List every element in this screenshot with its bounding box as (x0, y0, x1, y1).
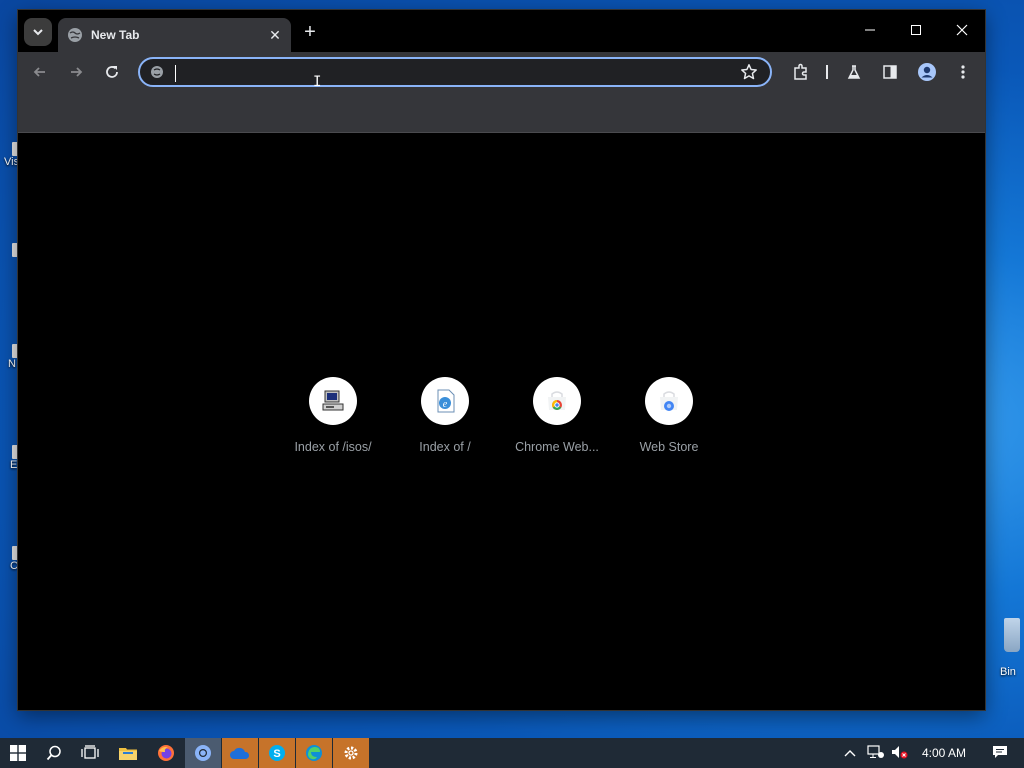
forward-button[interactable] (62, 58, 90, 86)
shortcut-tile[interactable]: Web Store (613, 377, 725, 454)
browser-window: New Tab ✕ + I Index of /isos/ e Index of… (18, 10, 985, 710)
network-icon[interactable] (864, 744, 888, 762)
toolbar (18, 52, 985, 92)
page-info-icon (151, 66, 163, 78)
side-panel-button[interactable] (876, 58, 904, 86)
skype-icon: S (269, 745, 285, 761)
folder-icon (119, 748, 137, 760)
shortcut-label: Chrome Web... (515, 440, 599, 454)
extensions-icon (794, 63, 807, 80)
tab-search-button[interactable] (24, 18, 52, 46)
desktop-icon-1[interactable]: Vis (0, 142, 20, 168)
menu-kebab-icon (961, 65, 965, 79)
svg-text:e: e (443, 399, 448, 410)
minimize-icon (865, 29, 875, 31)
shortcuts-grid: Index of /isos/ e Index of / Chrome Web.… (277, 377, 725, 454)
notifications-icon[interactable] (992, 745, 1008, 762)
close-icon (956, 24, 968, 36)
globe-icon (68, 28, 82, 42)
onedrive-cloud-icon (230, 747, 250, 759)
desktop-icon-5[interactable]: C (0, 546, 20, 572)
text-cursor-icon: I (313, 74, 322, 90)
new-tab-button[interactable]: + (298, 20, 322, 44)
profile-icon (918, 63, 936, 81)
desktop-icon-4[interactable]: E (0, 445, 20, 471)
profile-button[interactable] (913, 58, 941, 86)
shortcut-tile[interactable]: Chrome Web... (501, 377, 613, 454)
close-window-button[interactable] (939, 10, 985, 50)
taskbar-file-explorer[interactable] (110, 738, 146, 768)
bookmark-star-button[interactable] (740, 63, 758, 86)
desktop-icon-2[interactable] (0, 243, 20, 257)
search-icon (46, 745, 61, 761)
menu-button[interactable] (949, 58, 977, 86)
maximize-icon (911, 25, 921, 35)
windows-logo-icon (10, 745, 26, 761)
taskbar-onedrive[interactable] (222, 738, 258, 768)
text-caret (175, 65, 176, 82)
shortcut-tile[interactable]: Index of /isos/ (277, 377, 389, 454)
chevron-down-icon (33, 29, 43, 36)
shortcut-icon-circle (309, 377, 357, 425)
shortcut-icon-circle (645, 377, 693, 425)
new-tab-page: Index of /isos/ e Index of / Chrome Web.… (18, 133, 985, 710)
taskbar-edge[interactable] (296, 738, 332, 768)
back-button[interactable] (26, 58, 54, 86)
recycle-bin-icon (1004, 618, 1020, 652)
webstore-icon (660, 391, 678, 411)
shortcut-tile[interactable]: e Index of / (389, 377, 501, 454)
task-view-button[interactable] (72, 738, 108, 768)
reload-button[interactable] (98, 58, 126, 86)
address-input[interactable] (174, 63, 718, 85)
shortcut-label: Index of / (419, 440, 471, 454)
edge-icon (306, 745, 322, 761)
labs-flask-icon (847, 65, 861, 79)
chrome-icon (195, 745, 211, 761)
volume-muted-icon[interactable] (888, 745, 912, 762)
taskbar-firefox[interactable] (148, 738, 184, 768)
forward-arrow-icon (71, 67, 83, 77)
gear-icon (344, 746, 358, 760)
taskbar-skype[interactable]: S (259, 738, 295, 768)
toolbar-separator (826, 65, 828, 79)
tab-new-tab[interactable]: New Tab ✕ (58, 18, 291, 52)
taskbar: S 4:00 AM (0, 738, 1024, 768)
taskbar-settings[interactable] (333, 738, 369, 768)
clock-time[interactable]: 4:00 AM (922, 746, 974, 760)
reload-icon (106, 66, 118, 78)
tab-title: New Tab (91, 28, 140, 42)
side-panel-icon (883, 65, 897, 79)
search-button[interactable] (36, 738, 72, 768)
shortcut-label: Index of /isos/ (294, 440, 372, 454)
taskbar-chrome[interactable] (185, 738, 221, 768)
extensions-button[interactable] (787, 58, 815, 86)
chrome-webstore-icon (548, 391, 566, 410)
computer-icon (322, 390, 344, 411)
chevron-up-icon[interactable] (842, 746, 858, 760)
recycle-bin-label: Bin (1000, 666, 1016, 678)
shortcut-icon-circle (533, 377, 581, 425)
labs-button[interactable] (840, 58, 868, 86)
back-arrow-icon (33, 67, 45, 77)
ie-document-icon: e (437, 389, 455, 413)
maximize-button[interactable] (893, 10, 939, 50)
tab-close-icon[interactable]: ✕ (265, 27, 285, 44)
shortcut-icon-circle: e (421, 377, 469, 425)
title-bar: New Tab ✕ + (18, 10, 985, 52)
system-tray: 4:00 AM (842, 738, 1008, 768)
start-button[interactable] (0, 738, 36, 768)
desktop-icon-3[interactable]: N (0, 344, 20, 370)
address-bar[interactable] (138, 57, 772, 87)
minimize-button[interactable] (847, 10, 893, 50)
star-icon (741, 64, 757, 80)
svg-text:S: S (273, 748, 280, 760)
bookmarks-bar (18, 92, 985, 133)
recycle-bin[interactable]: Bin (984, 618, 1024, 678)
shortcut-label: Web Store (639, 440, 699, 454)
firefox-icon (158, 745, 174, 761)
task-view-icon (81, 745, 99, 759)
